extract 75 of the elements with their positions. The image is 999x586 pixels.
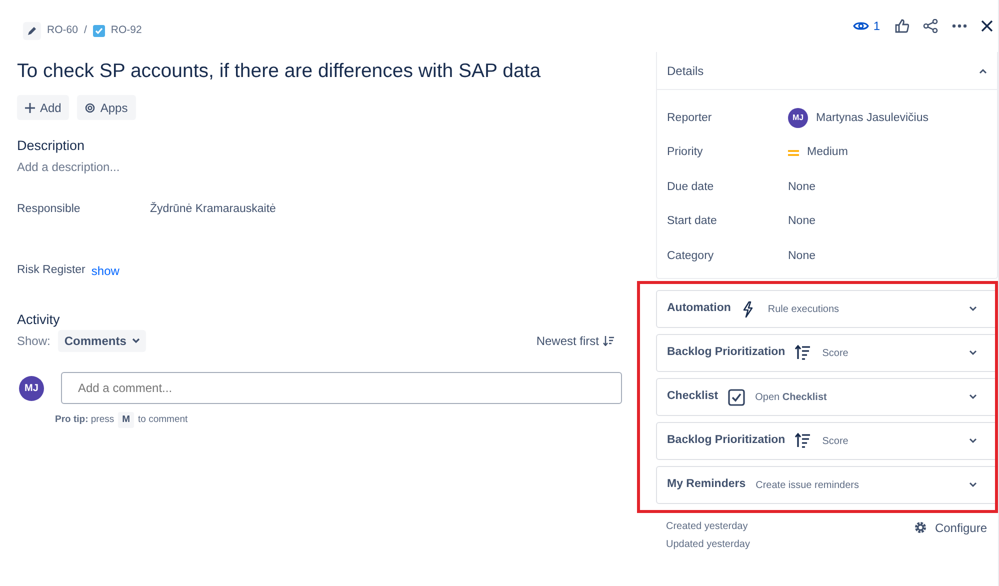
section-heading: Activity bbox=[17, 312, 61, 328]
field-label: Reporter bbox=[667, 110, 713, 126]
user-avatar: MJ bbox=[19, 376, 44, 401]
panel-title: Backlog Prioritization bbox=[667, 345, 786, 360]
pro-tip-text: to comment bbox=[138, 413, 188, 428]
field-value[interactable]: Medium bbox=[807, 144, 928, 162]
sort-icon bbox=[603, 336, 614, 346]
panel-subtitle: Score bbox=[822, 346, 848, 360]
app-panel[interactable]: Automation Rule executions bbox=[656, 290, 998, 328]
panel-title: My Reminders bbox=[667, 477, 746, 492]
app-panel[interactable]: Backlog Prioritization Score bbox=[656, 422, 998, 460]
share-icon[interactable] bbox=[923, 19, 938, 33]
priority-medium-icon bbox=[788, 148, 799, 157]
panel-subtitle: Score bbox=[822, 434, 848, 448]
more-icon[interactable] bbox=[952, 24, 967, 28]
user-avatar: MJ bbox=[788, 108, 808, 128]
field-label: Responsible bbox=[17, 202, 82, 217]
chevron-down-icon bbox=[132, 338, 140, 344]
field-label: Risk Register bbox=[17, 263, 86, 278]
panel-subtitle: Create issue reminders bbox=[756, 478, 859, 492]
field-value: Žydrūnė Kramarauskaitė bbox=[150, 201, 276, 217]
details-title: Details bbox=[667, 62, 704, 80]
app-panel[interactable]: My Reminders Create issue reminders bbox=[656, 466, 998, 504]
field-label: Category bbox=[667, 248, 715, 264]
checkbox-icon bbox=[728, 388, 746, 406]
panel-subtitle: Rule executions bbox=[768, 302, 840, 316]
field-value[interactable]: Martynas Jasulevičius bbox=[816, 110, 937, 127]
section-heading: Description bbox=[17, 138, 86, 155]
thumbs-up-icon[interactable] bbox=[895, 19, 909, 33]
sort-ascending-icon bbox=[795, 432, 812, 450]
issue-title: To check SP accounts, if there are differences with SAP data bbox=[17, 60, 542, 84]
comments-dropdown[interactable]: Comments bbox=[58, 330, 146, 352]
panel-subtitle: Open Checklist bbox=[755, 390, 827, 404]
details-header[interactable]: Details bbox=[657, 52, 997, 90]
apps-icon bbox=[85, 102, 96, 113]
show-link[interactable]: show bbox=[91, 262, 120, 280]
field-label: Priority bbox=[667, 145, 704, 160]
configure-button[interactable]: Configure bbox=[912, 518, 988, 536]
issue-key-link[interactable]: RO-60 bbox=[47, 23, 78, 39]
show-label: Show: bbox=[17, 333, 50, 350]
timestamp-text: Created yesterday bbox=[666, 520, 749, 534]
app-panel[interactable]: Backlog Prioritization Score bbox=[656, 334, 998, 372]
panel-title: Backlog Prioritization bbox=[667, 433, 786, 448]
field-label: Start date bbox=[667, 214, 718, 230]
separator-text: / bbox=[84, 23, 87, 38]
description-placeholder[interactable]: Add a description... bbox=[17, 158, 622, 176]
sort-button[interactable]: Newest first bbox=[535, 331, 615, 352]
chevron-down-icon[interactable] bbox=[969, 482, 977, 488]
field-label: Due date bbox=[667, 180, 715, 195]
shortcut-key: M bbox=[118, 412, 134, 428]
close-icon[interactable] bbox=[981, 20, 993, 32]
timestamp-text: Updated yesterday bbox=[666, 538, 750, 552]
pro-tip-text: Pro tip: press bbox=[55, 413, 114, 428]
app-panel[interactable]: Checklist Open Checklist bbox=[656, 378, 998, 416]
gear-icon bbox=[914, 521, 927, 534]
chevron-down-icon[interactable] bbox=[969, 438, 977, 444]
field-value[interactable]: None bbox=[788, 213, 909, 230]
pencil-icon[interactable] bbox=[23, 22, 41, 40]
chevron-down-icon[interactable] bbox=[969, 306, 977, 312]
apps-button[interactable]: Apps bbox=[77, 95, 136, 120]
sort-ascending-icon bbox=[795, 344, 812, 362]
chevron-down-icon[interactable] bbox=[969, 394, 977, 400]
panel-title: Checklist bbox=[667, 389, 718, 404]
field-value[interactable]: None bbox=[788, 178, 909, 196]
eye-icon bbox=[853, 20, 870, 32]
checkbox-icon[interactable] bbox=[92, 25, 105, 37]
watch-button[interactable]: 1 bbox=[852, 16, 881, 36]
comment-field[interactable]: Add a comment... bbox=[61, 372, 622, 404]
field-value[interactable]: None bbox=[788, 248, 909, 265]
add-button[interactable]: Add bbox=[17, 95, 70, 120]
panel-title: Automation bbox=[667, 301, 731, 316]
chevron-down-icon[interactable] bbox=[969, 350, 977, 356]
issue-key-link[interactable]: RO-92 bbox=[110, 23, 142, 39]
chevron-up-icon[interactable] bbox=[979, 68, 987, 74]
plus-icon bbox=[25, 102, 35, 113]
